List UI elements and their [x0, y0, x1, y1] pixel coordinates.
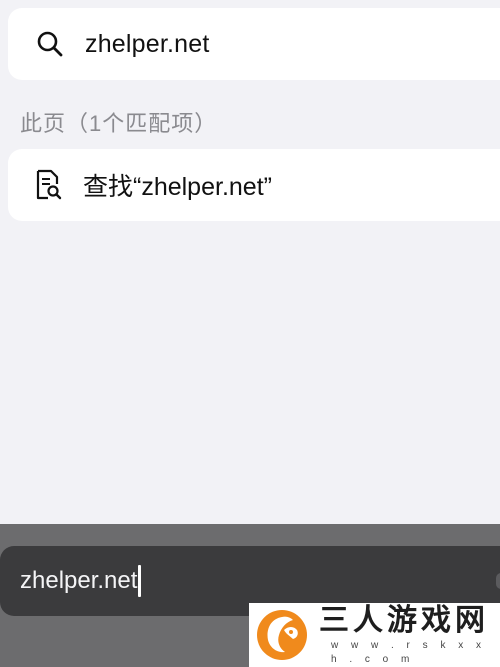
on-this-page-header: 此页（1个匹配项）: [20, 111, 218, 136]
address-bar-text: zhelper.net: [20, 567, 138, 594]
address-bar-edge-button: [496, 573, 500, 589]
watermark-logo: 三人游戏网 w w w . r s k x x h . c o m: [249, 603, 500, 667]
search-icon: [37, 31, 63, 57]
search-suggestion-text: zhelper.net: [85, 29, 210, 58]
watermark-brand-text: 三人游戏网: [319, 604, 489, 637]
find-on-page-text: 查找“zhelper.net”: [83, 173, 272, 201]
search-suggestion-row[interactable]: zhelper.net: [8, 8, 500, 80]
brand-logo-icon: [257, 610, 307, 660]
text-caret: [138, 565, 142, 597]
watermark-domain-text: w w w . r s k x x h . c o m: [331, 640, 486, 665]
find-in-page-icon: [36, 169, 62, 200]
find-on-page-row[interactable]: 查找“zhelper.net”: [8, 149, 500, 221]
